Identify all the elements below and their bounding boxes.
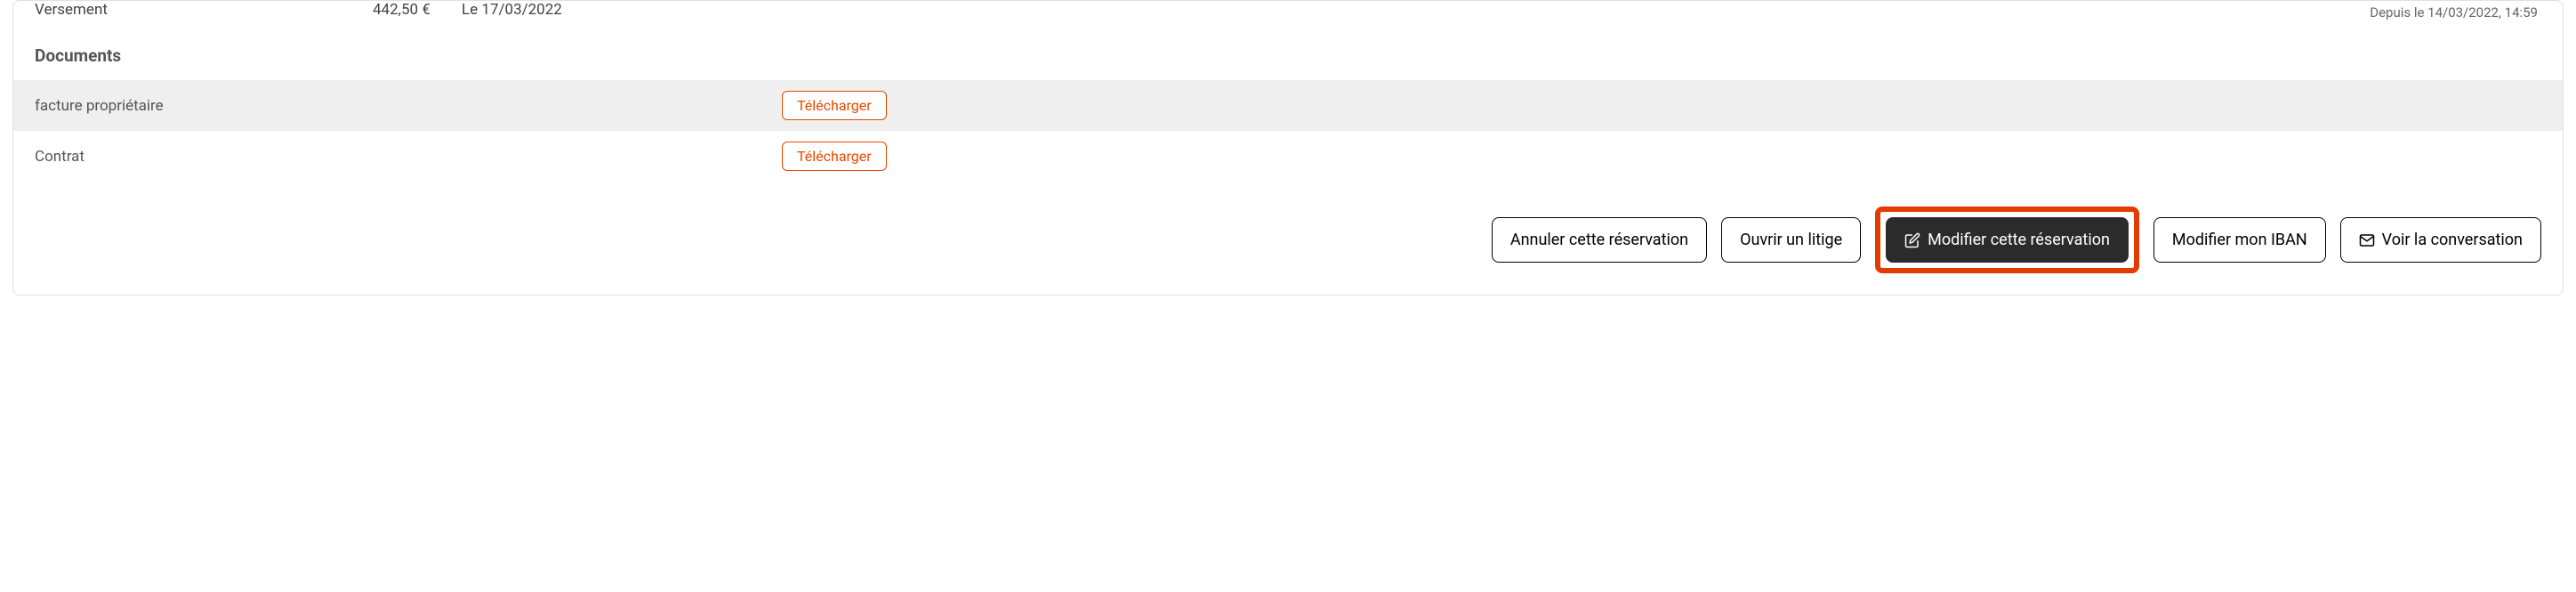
edit-icon	[1904, 232, 1920, 248]
payment-row: Versement 442,50 € Le 17/03/2022 Depuis …	[13, 1, 2563, 19]
cancel-reservation-button[interactable]: Annuler cette réservation	[1492, 217, 1707, 263]
document-row: Contrat Télécharger	[13, 131, 2563, 182]
download-button[interactable]: Télécharger	[782, 91, 887, 120]
view-conversation-label: Voir la conversation	[2382, 231, 2523, 249]
payment-status: Depuis le 14/03/2022, 14:59	[2370, 4, 2538, 20]
documents-title: Documents	[13, 19, 2563, 80]
highlight-box: Modifier cette réservation	[1875, 207, 2139, 273]
download-button[interactable]: Télécharger	[782, 142, 887, 171]
modify-reservation-button[interactable]: Modifier cette réservation	[1886, 217, 2129, 263]
payment-amount: 442,50 €	[373, 1, 462, 19]
modify-iban-button[interactable]: Modifier mon IBAN	[2153, 217, 2326, 263]
document-label: facture propriétaire	[35, 97, 782, 115]
payment-date: Le 17/03/2022	[462, 1, 562, 19]
open-dispute-button[interactable]: Ouvrir un litige	[1721, 217, 1861, 263]
view-conversation-button[interactable]: Voir la conversation	[2340, 217, 2541, 263]
document-label: Contrat	[35, 148, 782, 166]
document-row: facture propriétaire Télécharger	[13, 80, 2563, 131]
reservation-card: Versement 442,50 € Le 17/03/2022 Depuis …	[12, 0, 2564, 296]
mail-icon	[2359, 232, 2375, 248]
modify-reservation-label: Modifier cette réservation	[1928, 231, 2110, 249]
payment-label: Versement	[35, 1, 373, 19]
actions-row: Annuler cette réservation Ouvrir un liti…	[13, 182, 2563, 273]
